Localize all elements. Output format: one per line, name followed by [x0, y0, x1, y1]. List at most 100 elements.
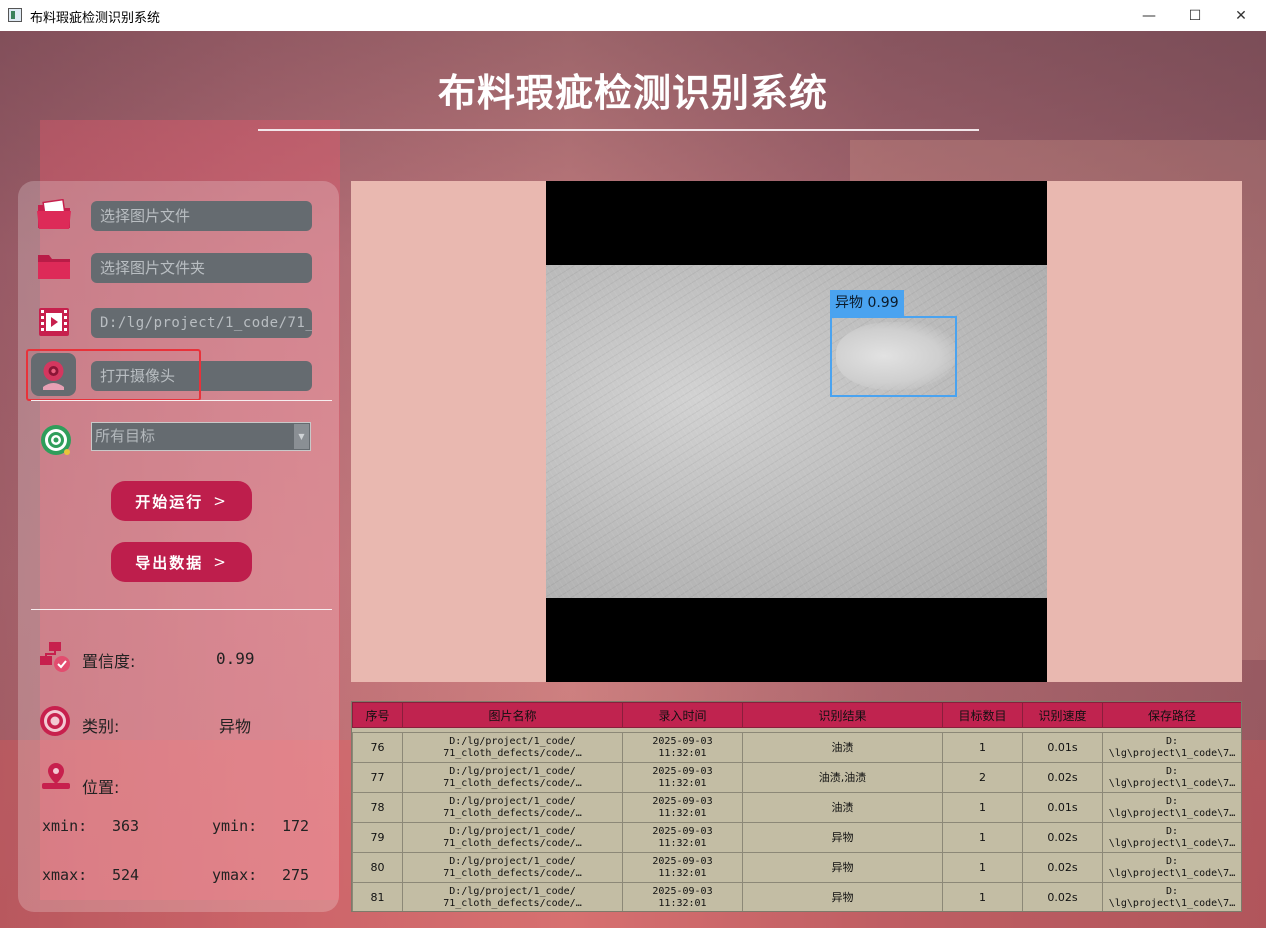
- location-icon: [40, 761, 72, 791]
- column-header-result[interactable]: 识别结果: [742, 702, 943, 728]
- export-button[interactable]: 导出数据 >: [111, 542, 252, 582]
- table-cell-count: 1: [942, 822, 1023, 853]
- xmin-label: xmin:: [42, 817, 88, 835]
- table-cell-name: D:/lg/project/1_code/ 71_cloth_defects/c…: [402, 852, 623, 883]
- table-cell-path: D: \lg\project\1_code\7…: [1102, 882, 1241, 911]
- image-folder-input[interactable]: 选择图片文件夹: [91, 253, 312, 283]
- table-cell-name: D:/lg/project/1_code/ 71_cloth_defects/c…: [402, 822, 623, 853]
- table-cell-count: 1: [942, 792, 1023, 823]
- table-cell-time: 2025-09-03 11:32:01: [622, 852, 743, 883]
- app-icon: [8, 8, 22, 22]
- divider: [31, 400, 332, 401]
- table-cell-result: 异物: [742, 882, 943, 911]
- class-label: 类别:: [82, 717, 120, 736]
- ymin-label: ymin:: [212, 817, 258, 835]
- table-cell-result: 油渍: [742, 792, 943, 823]
- window-titlebar: 布料瑕疵检测识别系统 — ☐ ✕: [0, 0, 1266, 32]
- divider: [31, 609, 332, 610]
- image-folder-icon[interactable]: [34, 195, 74, 235]
- chevron-right-icon: >: [213, 492, 228, 510]
- confidence-value: 0.99: [216, 649, 255, 668]
- column-header-time[interactable]: 录入时间: [622, 702, 743, 728]
- category-icon: [39, 705, 71, 737]
- xmax-value: 524: [112, 866, 140, 884]
- table-cell-result: 油渍,油渍: [742, 762, 943, 793]
- camera-highlight-box: [26, 349, 201, 401]
- folder-icon[interactable]: [34, 247, 74, 287]
- start-button[interactable]: 开始运行 >: [111, 481, 252, 521]
- table-cell-speed: 0.02s: [1022, 762, 1103, 793]
- video-icon[interactable]: [34, 302, 74, 342]
- table-cell-name: D:/lg/project/1_code/ 71_cloth_defects/c…: [402, 792, 623, 823]
- table-cell-id: 81: [352, 882, 403, 911]
- target-select-value: 所有目标: [95, 427, 156, 445]
- table-cell-id: 80: [352, 852, 403, 883]
- page-title: 布料瑕疵检测识别系统: [437, 71, 828, 115]
- column-header-path[interactable]: 保存路径: [1102, 702, 1241, 728]
- xmin-value: 363: [112, 817, 140, 835]
- column-header-speed[interactable]: 识别速度: [1022, 702, 1103, 728]
- column-header-count[interactable]: 目标数目: [942, 702, 1023, 728]
- chevron-down-icon[interactable]: ▼: [294, 424, 309, 449]
- xmax-label: xmax:: [42, 866, 88, 884]
- position-label: 位置:: [82, 778, 120, 797]
- table-cell-time: 2025-09-03 11:32:01: [622, 822, 743, 853]
- image-file-input[interactable]: 选择图片文件: [91, 201, 312, 231]
- column-header-id[interactable]: 序号: [352, 702, 403, 728]
- fabric-image: [546, 265, 1047, 598]
- table-cell-speed: 0.01s: [1022, 732, 1103, 763]
- minimize-button[interactable]: —: [1126, 0, 1172, 31]
- class-value: 异物: [219, 717, 252, 736]
- table-row[interactable]: 78 D:/lg/project/1_code/ 71_cloth_defects…: [352, 792, 1241, 823]
- table-cell-result: 异物: [742, 852, 943, 883]
- confidence-label: 置信度:: [82, 652, 136, 671]
- table-cell-time: 2025-09-03 11:32:01: [622, 732, 743, 763]
- table-header-row: 序号 图片名称 录入时间 识别结果 目标数目 识别速度 保存路径: [352, 702, 1241, 728]
- table-cell-path: D: \lg\project\1_code\7…: [1102, 792, 1241, 823]
- video-path-input[interactable]: D:/lg/project/1_code/71_cloth_defects/co…: [91, 308, 312, 338]
- flowchart-icon: [38, 640, 72, 674]
- table-cell-speed: 0.02s: [1022, 852, 1103, 883]
- table-cell-path: D: \lg\project\1_code\7…: [1102, 732, 1241, 763]
- table-cell-count: 1: [942, 852, 1023, 883]
- table-row[interactable]: 81 D:/lg/project/1_code/ 71_cloth_defects…: [352, 882, 1241, 911]
- table-cell-name: D:/lg/project/1_code/ 71_cloth_defects/c…: [402, 732, 623, 763]
- table-row[interactable]: 79 D:/lg/project/1_code/ 71_cloth_defects…: [352, 822, 1241, 853]
- table-cell-count: 2: [942, 762, 1023, 793]
- table-cell-count: 1: [942, 882, 1023, 911]
- title-divider: [258, 129, 979, 131]
- ymax-label: ymax:: [212, 866, 258, 884]
- table-row[interactable]: 77 D:/lg/project/1_code/ 71_cloth_defects…: [352, 762, 1241, 793]
- table-cell-path: D: \lg\project\1_code\7…: [1102, 822, 1241, 853]
- table-cell-name: D:/lg/project/1_code/ 71_cloth_defects/c…: [402, 882, 623, 911]
- target-icon: [36, 420, 76, 460]
- column-header-name[interactable]: 图片名称: [402, 702, 623, 728]
- target-select[interactable]: 所有目标 ▼: [91, 422, 311, 451]
- table-cell-result: 油渍: [742, 732, 943, 763]
- table-cell-count: 1: [942, 732, 1023, 763]
- table-cell-id: 78: [352, 792, 403, 823]
- ymax-value: 275: [282, 866, 310, 884]
- table-cell-path: D: \lg\project\1_code\7…: [1102, 762, 1241, 793]
- detection-box: [830, 316, 957, 397]
- table-row[interactable]: 80 D:/lg/project/1_code/ 71_cloth_defects…: [352, 852, 1241, 883]
- export-button-label: 导出数据: [135, 553, 204, 572]
- start-button-label: 开始运行: [135, 492, 204, 511]
- detection-label: 异物 0.99: [830, 290, 904, 316]
- table-cell-time: 2025-09-03 11:32:01: [622, 762, 743, 793]
- close-button[interactable]: ✕: [1218, 0, 1264, 31]
- table-row[interactable]: 76 D:/lg/project/1_code/ 71_cloth_defects…: [352, 732, 1241, 763]
- ymin-value: 172: [282, 817, 310, 835]
- table-cell-id: 77: [352, 762, 403, 793]
- table-cell-time: 2025-09-03 11:32:01: [622, 882, 743, 911]
- results-table[interactable]: 序号 图片名称 录入时间 识别结果 目标数目 识别速度 保存路径 76 D:/lg…: [351, 701, 1242, 912]
- table-cell-speed: 0.01s: [1022, 792, 1103, 823]
- table-cell-speed: 0.02s: [1022, 822, 1103, 853]
- window-title: 布料瑕疵检测识别系统: [30, 11, 161, 26]
- table-cell-speed: 0.02s: [1022, 882, 1103, 911]
- table-cell-id: 79: [352, 822, 403, 853]
- maximize-button[interactable]: ☐: [1172, 0, 1218, 31]
- table-cell-time: 2025-09-03 11:32:01: [622, 792, 743, 823]
- table-cell-result: 异物: [742, 822, 943, 853]
- table-cell-id: 76: [352, 732, 403, 763]
